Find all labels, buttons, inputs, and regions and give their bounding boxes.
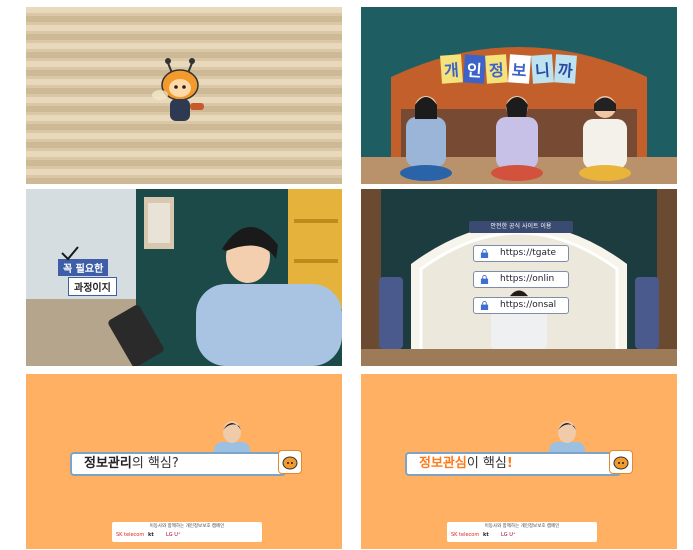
blinds-illustration bbox=[26, 7, 342, 184]
scene-blinds-mascot bbox=[26, 7, 342, 184]
title-char: 보 bbox=[508, 54, 531, 84]
show-title: 개인정보니까 bbox=[440, 54, 621, 89]
title-char: 정 bbox=[485, 54, 509, 84]
check-mark-icon bbox=[61, 246, 79, 261]
url-field-1: https://tgate bbox=[473, 245, 569, 262]
scene-caption-answer: 정보관심이 핵심! 이동사와 함께하는 개인정보보호 캠페인 SK teleco… bbox=[361, 374, 677, 549]
partner-logos: SK telecom kt LG U⁺ bbox=[116, 532, 181, 538]
bee-badge-icon bbox=[278, 450, 302, 474]
url-field-2: https://onlin bbox=[473, 271, 569, 288]
caption-tag-line1: 꼭 필요한 bbox=[58, 259, 109, 276]
scene-caption-question: 정보관리의 핵심? 이동사와 함께하는 개인정보보호 캠페인 SK teleco… bbox=[26, 374, 342, 549]
lock-icon bbox=[480, 275, 489, 284]
studio-illustration bbox=[361, 7, 677, 184]
campaign-footer: 이동사와 함께하는 개인정보보호 캠페인 SK telecom kt LG U⁺ bbox=[112, 522, 262, 542]
campaign-footer: 이동사와 함께하는 개인정보보호 캠페인 SK telecom kt LG U⁺ bbox=[447, 522, 597, 542]
lock-icon bbox=[480, 301, 489, 310]
scene-studio-trio: 개인정보니까 bbox=[361, 7, 677, 184]
caption-box: 정보관리의 핵심? bbox=[70, 452, 286, 476]
scene-secure-sites: 안전한 공식 사이트 이용 https://tgate https://onli… bbox=[361, 189, 677, 366]
title-char: 개 bbox=[440, 54, 463, 84]
lock-icon bbox=[480, 249, 489, 258]
title-char: 니 bbox=[530, 54, 554, 84]
title-char: 인 bbox=[462, 54, 486, 84]
caption-box: 정보관심이 핵심! bbox=[405, 452, 621, 476]
scene-man-tablet: 꼭 필요한 과정이지 bbox=[26, 189, 342, 366]
title-char: 까 bbox=[553, 54, 577, 84]
bee-badge-icon bbox=[609, 450, 633, 474]
secure-banner: 안전한 공식 사이트 이용 bbox=[469, 221, 573, 233]
caption-tag-line2: 과정이지 bbox=[68, 277, 117, 296]
url-field-3: https://onsal bbox=[473, 297, 569, 314]
partner-logos: SK telecom kt LG U⁺ bbox=[451, 532, 516, 538]
